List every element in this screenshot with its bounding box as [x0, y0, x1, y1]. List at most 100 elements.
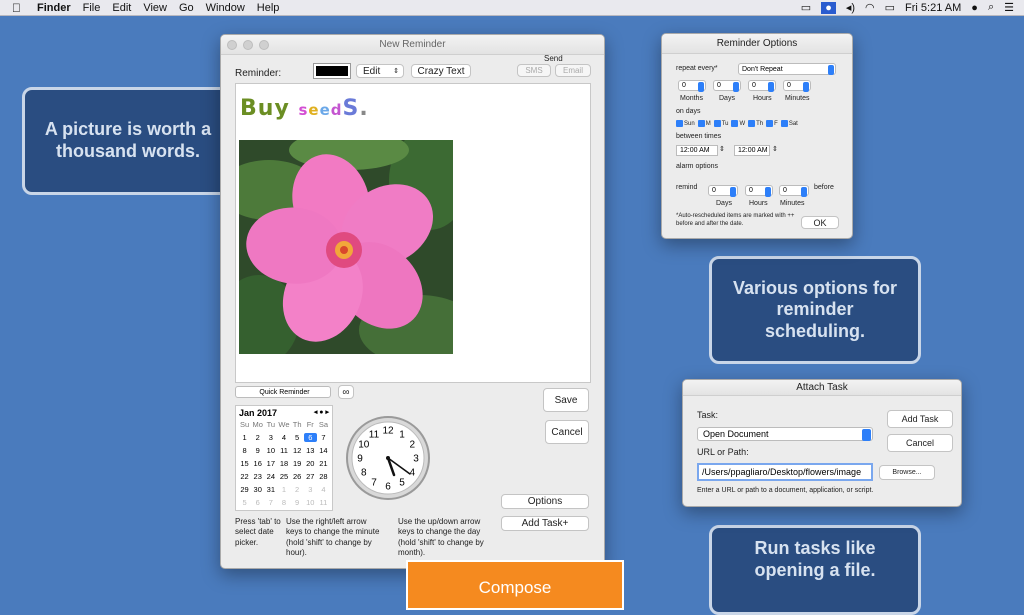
day-checkbox[interactable]: Tu: [713, 120, 728, 127]
email-button[interactable]: Email: [555, 64, 591, 77]
color-swatch[interactable]: [313, 63, 351, 79]
calendar-day[interactable]: 25: [277, 472, 290, 481]
calendar-day[interactable]: 1: [238, 433, 251, 442]
calendar-day[interactable]: 10: [304, 498, 317, 507]
menu-window[interactable]: Window: [200, 2, 251, 14]
calendar-day[interactable]: 2: [291, 485, 304, 494]
infinity-button[interactable]: ∞: [338, 385, 354, 399]
hours-stepper[interactable]: 0: [748, 80, 776, 92]
calendar-day[interactable]: 5: [238, 498, 251, 507]
menu-app-name[interactable]: Finder: [31, 2, 77, 14]
calendar-day[interactable]: 9: [251, 446, 264, 455]
calendar-day[interactable]: 5: [291, 433, 304, 442]
days-stepper[interactable]: 0: [713, 80, 741, 92]
menu-view[interactable]: View: [137, 2, 173, 14]
apple-icon[interactable]: : [0, 1, 31, 15]
calendar-day[interactable]: 4: [277, 433, 290, 442]
date-picker[interactable]: Jan 2017 ◂ ● ▸ Su Mo Tu We Th Fr Sa 1 2 3 4 5 6 7 8 9 10…: [235, 405, 333, 511]
calendar-day[interactable]: 14: [317, 446, 330, 455]
calendar-day[interactable]: 12: [291, 446, 304, 455]
menu-help[interactable]: Help: [251, 2, 286, 14]
battery-icon[interactable]: ▭: [885, 1, 895, 14]
attach-cancel-button[interactable]: Cancel: [887, 434, 953, 452]
calendar-day[interactable]: 18: [277, 459, 290, 468]
calendar-day[interactable]: 11: [277, 446, 290, 455]
calendar-day[interactable]: 4: [317, 485, 330, 494]
zoom-icon[interactable]: [259, 40, 269, 50]
day-checkbox[interactable]: Sun: [676, 120, 695, 127]
day-checkbox[interactable]: M: [697, 120, 711, 127]
edit-dropdown[interactable]: Edit ⇕: [356, 64, 404, 78]
calendar-day[interactable]: 7: [264, 498, 277, 507]
calendar-day[interactable]: 11: [317, 498, 330, 507]
calendar-day[interactable]: 24: [264, 472, 277, 481]
close-icon[interactable]: [227, 40, 237, 50]
browse-button[interactable]: Browse...: [879, 465, 935, 480]
day-checkbox[interactable]: Sat: [780, 120, 798, 127]
attach-add-task-button[interactable]: Add Task: [887, 410, 953, 428]
calendar-day[interactable]: 8: [277, 498, 290, 507]
calendar-day[interactable]: 6: [251, 498, 264, 507]
calendar-day[interactable]: 31: [264, 485, 277, 494]
volume-icon[interactable]: ◂): [846, 1, 855, 14]
remind-days-stepper[interactable]: 0: [708, 185, 738, 197]
calendar-day[interactable]: 10: [264, 446, 277, 455]
calendar-day[interactable]: 16: [251, 459, 264, 468]
user-icon[interactable]: ●: [971, 2, 978, 14]
calendar-day[interactable]: 15: [238, 459, 251, 468]
reminder-editor[interactable]: Buy seedS.: [235, 83, 591, 383]
calendar-day[interactable]: 9: [291, 498, 304, 507]
time-to-field[interactable]: 12:00 AM: [734, 145, 770, 156]
calendar-day[interactable]: 27: [304, 472, 317, 481]
ok-button[interactable]: OK: [801, 216, 839, 229]
calendar-day[interactable]: 6: [303, 433, 317, 442]
calendar-day[interactable]: 26: [291, 472, 304, 481]
calendar-day[interactable]: 30: [251, 485, 264, 494]
spotlight-icon[interactable]: ⌕: [988, 1, 994, 14]
notification-center-icon[interactable]: ☰: [1004, 1, 1014, 14]
day-checkbox[interactable]: F: [766, 120, 778, 127]
menu-file[interactable]: File: [77, 2, 107, 14]
quick-reminder-select[interactable]: Quick Reminder: [235, 386, 331, 398]
repeat-select[interactable]: Don't Repeat: [738, 63, 836, 75]
menu-go[interactable]: Go: [173, 2, 200, 14]
add-task-button[interactable]: Add Task+: [501, 516, 589, 531]
calendar-day[interactable]: 2: [251, 433, 264, 442]
save-button[interactable]: Save: [543, 388, 589, 412]
sms-button[interactable]: SMS: [517, 64, 551, 77]
compose-button[interactable]: Compose: [406, 560, 624, 610]
calendar-day[interactable]: 28: [317, 472, 330, 481]
calendar-day[interactable]: 29: [238, 485, 251, 494]
minimize-icon[interactable]: [243, 40, 253, 50]
crazy-text-button[interactable]: Crazy Text: [411, 64, 471, 78]
months-stepper[interactable]: 0: [678, 80, 706, 92]
calendar-day[interactable]: 17: [264, 459, 277, 468]
calendar-day[interactable]: 23: [251, 472, 264, 481]
time-from-stepper[interactable]: ⇕: [719, 145, 725, 153]
calendar-day[interactable]: 1: [277, 485, 290, 494]
task-select[interactable]: Open Document: [697, 427, 873, 441]
remind-minutes-stepper[interactable]: 0: [779, 185, 809, 197]
options-button[interactable]: Options: [501, 494, 589, 509]
minutes-stepper[interactable]: 0: [783, 80, 811, 92]
calendar-day[interactable]: 21: [317, 459, 330, 468]
day-checkbox[interactable]: Th: [748, 120, 763, 127]
menu-edit[interactable]: Edit: [106, 2, 137, 14]
calendar-day[interactable]: 7: [317, 433, 330, 442]
day-checkbox[interactable]: W: [731, 120, 745, 127]
cancel-button[interactable]: Cancel: [545, 420, 589, 444]
display-icon[interactable]: ▭: [801, 1, 811, 14]
time-from-field[interactable]: 12:00 AM: [676, 145, 718, 156]
calendar-day[interactable]: 22: [238, 472, 251, 481]
calendar-nav-icon[interactable]: ◂ ● ▸: [314, 408, 329, 418]
calendar-day[interactable]: 8: [238, 446, 251, 455]
time-to-stepper[interactable]: ⇕: [772, 145, 778, 153]
calendar-day[interactable]: 3: [264, 433, 277, 442]
remind-hours-stepper[interactable]: 0: [745, 185, 773, 197]
menu-clock[interactable]: Fri 5:21 AM: [905, 2, 961, 14]
record-icon[interactable]: ●: [821, 1, 836, 14]
calendar-day[interactable]: 3: [304, 485, 317, 494]
calendar-day[interactable]: 13: [304, 446, 317, 455]
calendar-day[interactable]: 19: [291, 459, 304, 468]
analog-clock[interactable]: 12 12 3 45678 9 1011: [345, 415, 431, 501]
